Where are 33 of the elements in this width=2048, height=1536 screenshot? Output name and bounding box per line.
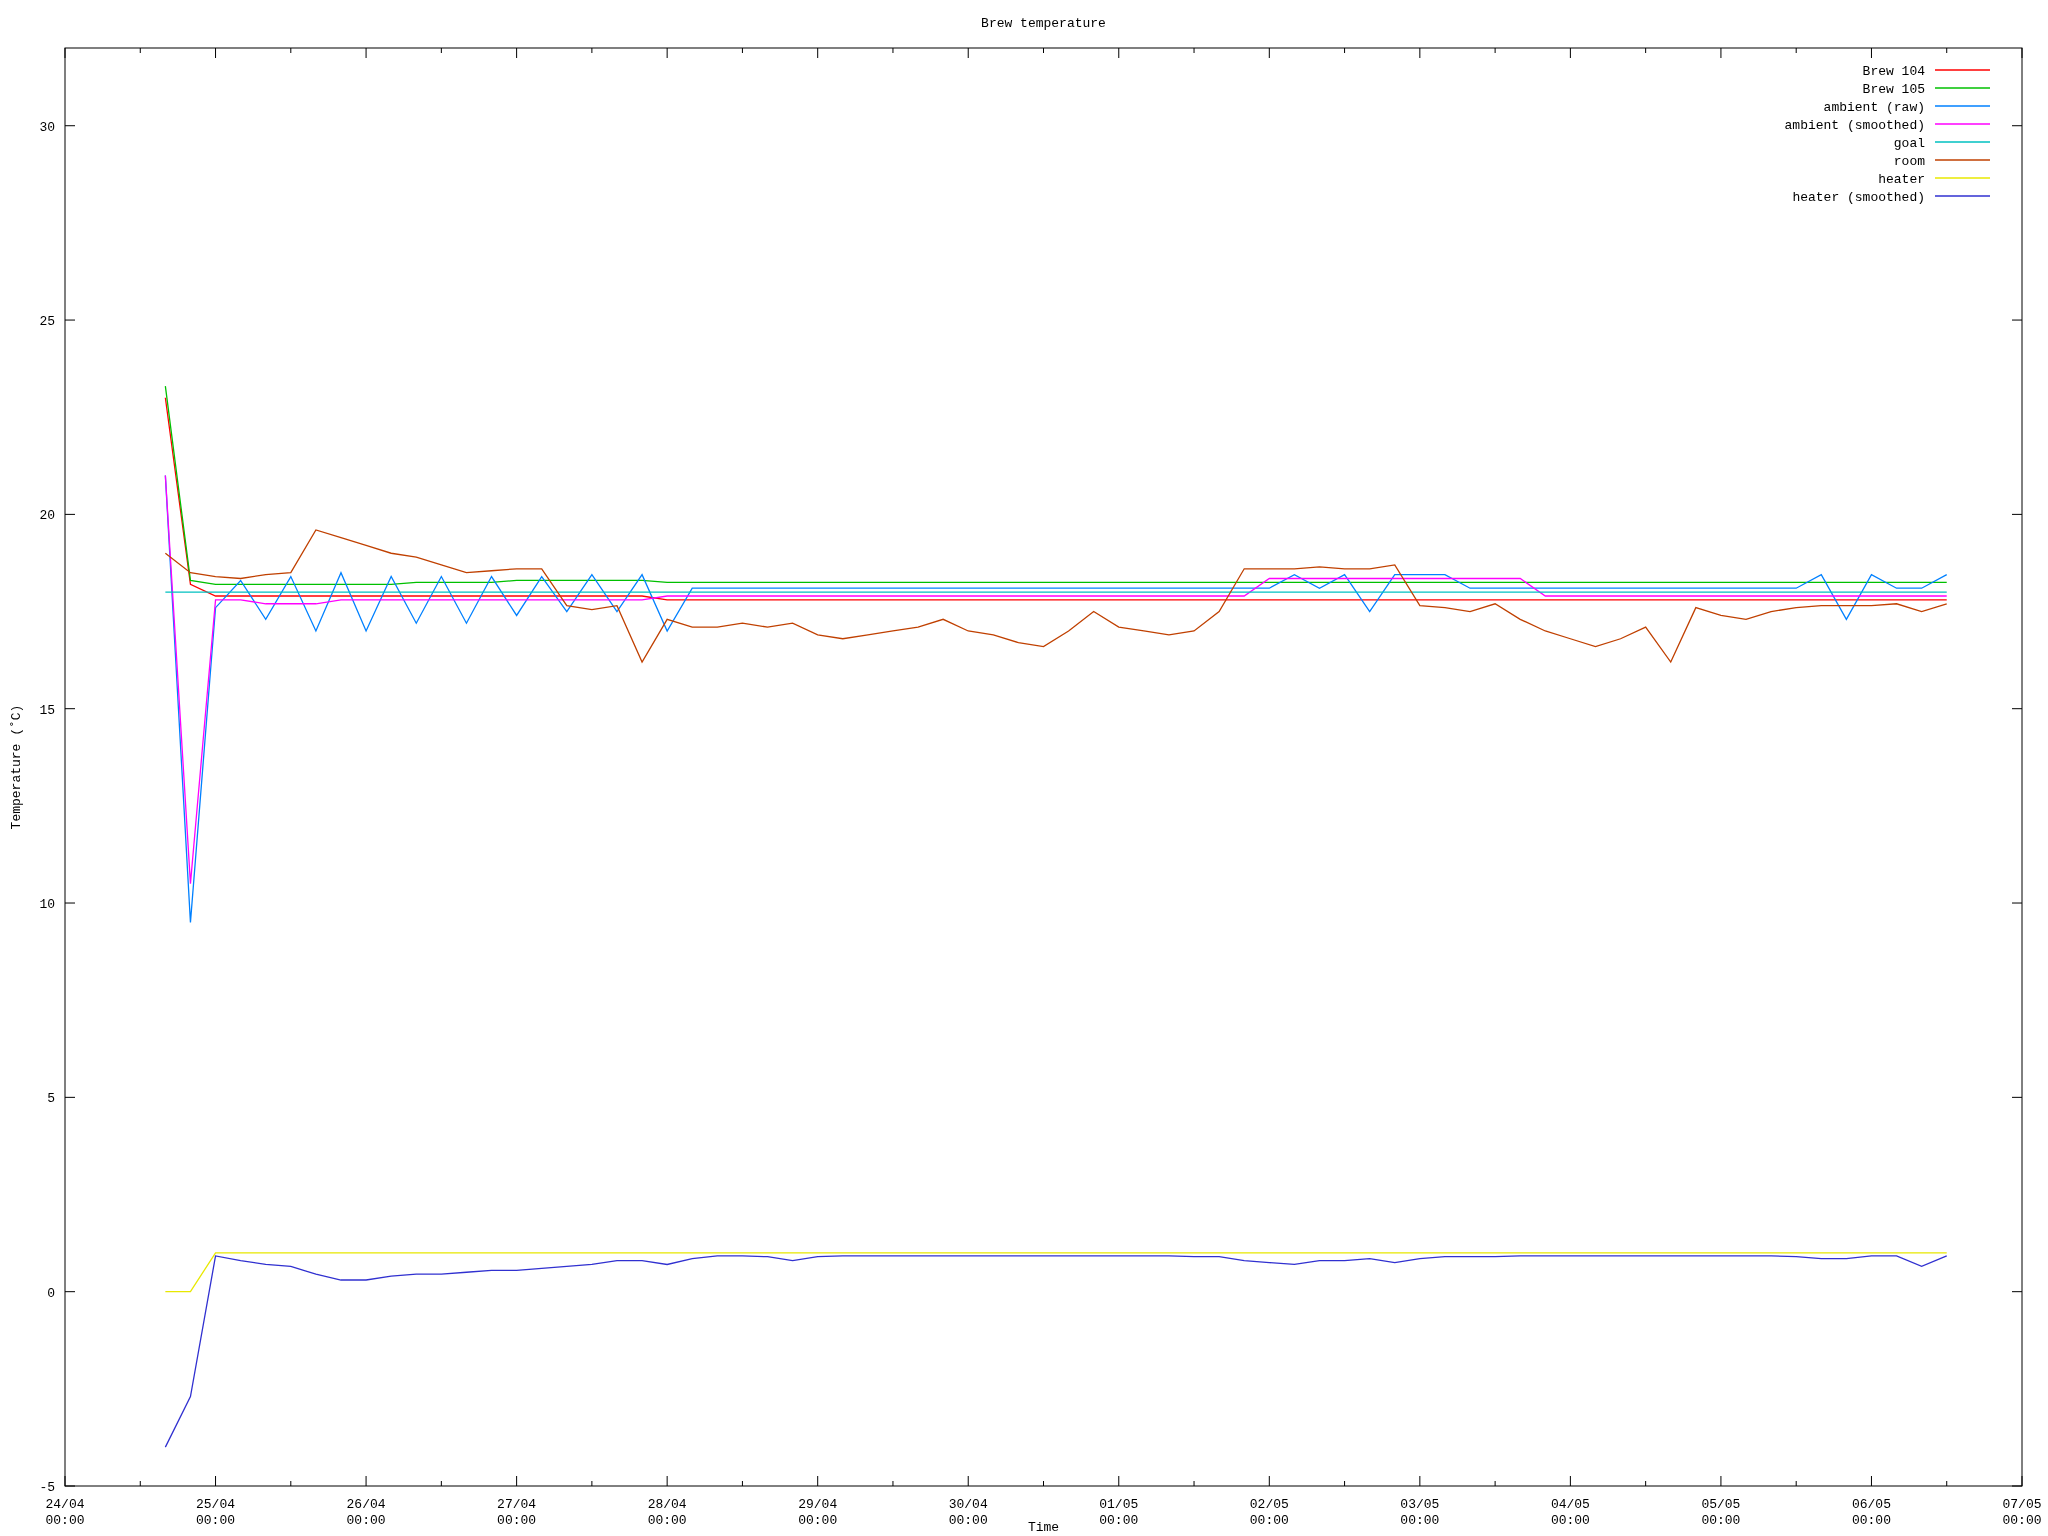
x-tick-label: 24/04 00:00 — [45, 1497, 85, 1528]
y-tick-label: 0 — [47, 1285, 55, 1301]
y-tick-label: -5 — [39, 1480, 55, 1495]
legend-label: ambient (raw) — [1823, 100, 1925, 115]
x-tick-label: 07/05 00:00 — [2002, 1497, 2042, 1528]
x-tick-label: 28/04 00:00 — [647, 1497, 687, 1528]
y-tick-label: 10 — [39, 897, 55, 913]
x-tick-label: 05/05 00:00 — [1701, 1497, 1741, 1528]
legend-label: Brew 104 — [1862, 64, 1925, 79]
legend-label: Brew 105 — [1862, 82, 1925, 97]
x-tick-label: 25/04 00:00 — [196, 1497, 236, 1528]
x-tick-label: 26/04 00:00 — [346, 1497, 386, 1528]
y-tick-label: 30 — [39, 119, 55, 135]
x-tick-label: 06/05 00:00 — [1851, 1497, 1891, 1528]
x-tick-label: 02/05 00:00 — [1249, 1497, 1289, 1528]
chart-title: Brew temperature — [981, 16, 1106, 31]
legend-label: room — [1893, 154, 1925, 169]
legend-label: heater — [1878, 172, 1925, 187]
y-tick-label: 20 — [39, 508, 55, 524]
x-tick-label: 04/05 00:00 — [1550, 1497, 1590, 1528]
y-tick-label: 15 — [39, 702, 55, 718]
y-tick-label: 5 — [47, 1091, 55, 1107]
legend-label: ambient (smoothed) — [1784, 118, 1925, 133]
x-tick-label: 30/04 00:00 — [948, 1497, 988, 1528]
y-tick-label: 25 — [39, 314, 55, 330]
legend-label: heater (smoothed) — [1792, 190, 1925, 205]
x-tick-label: 01/05 00:00 — [1099, 1497, 1139, 1528]
y-axis-title: Temperature (˚C) — [9, 704, 24, 830]
x-tick-label: 27/04 00:00 — [497, 1497, 537, 1528]
x-tick-label: 03/05 00:00 — [1400, 1497, 1440, 1528]
legend-label: goal — [1893, 136, 1925, 151]
x-axis-title: Time — [1027, 1520, 1060, 1535]
x-tick-label: 29/04 00:00 — [798, 1497, 838, 1528]
